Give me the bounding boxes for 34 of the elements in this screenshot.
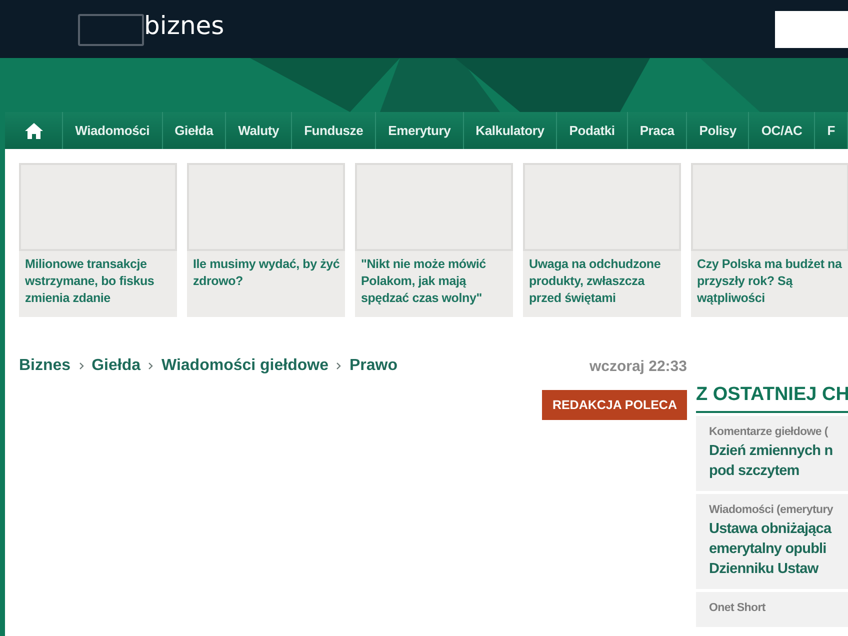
category-label: Wiadomości (emerytury	[709, 504, 834, 516]
article-title[interactable]: Ile musimy wydać, by żyć zdrowo?	[187, 251, 345, 290]
section-label: REDAKCJA POLECA	[542, 390, 687, 420]
logo-frame	[78, 14, 144, 46]
section-heading: Z OSTATNIEJ CH	[696, 384, 848, 413]
breadcrumb-link[interactable]: Biznes	[19, 357, 71, 375]
breadcrumb-link[interactable]: Giełda	[92, 357, 140, 375]
news-item[interactable]: Onet Short	[696, 592, 848, 627]
article-title[interactable]: Uwaga na odchudzone produkty, zwłaszcza przed świętami	[523, 251, 681, 307]
article-title[interactable]: Milionowe transakcje wstrzymane, bo fiskus zmienia zdanie	[19, 251, 177, 307]
breadcrumb-link[interactable]: Prawo	[349, 357, 398, 375]
chevron-icon	[78, 362, 84, 370]
search-field[interactable]	[775, 10, 848, 48]
headline-line[interactable]: Ustawa obniżająca	[709, 519, 848, 539]
news-item[interactable]: Wiadomości (emerytury Ustawa obniżająca emerytalny opubli Dzienniku Ustaw	[696, 494, 848, 589]
article-card[interactable]: Uwaga na odchudzone produkty, zwłaszcza przed świętami	[523, 163, 681, 317]
article-title[interactable]: "Nikt nie może mówić Polakom, jak mają spędzać czas wolny"	[355, 251, 513, 307]
article-card[interactable]: Ile musimy wydać, by żyć zdrowo?	[187, 163, 345, 317]
category-label: Komentarze giełdowe (	[709, 426, 829, 438]
headline-line[interactable]: Dzienniku Ustaw	[709, 559, 848, 579]
logo-text[interactable]: biznes	[144, 12, 224, 40]
headline-line[interactable]: pod szczytem	[709, 461, 848, 481]
article-title[interactable]: Czy Polska ma budżet na przyszły rok? Są wątpliwości	[691, 251, 848, 307]
timestamp: wczoraj 22:33	[589, 358, 687, 374]
headline-line[interactable]: Dzień zmiennych n	[709, 441, 848, 461]
chevron-icon	[148, 362, 154, 370]
article-card[interactable]: Milionowe transakcje wstrzymane, bo fiskus zmienia zdanie	[19, 163, 177, 317]
headline-line[interactable]: emerytalny opubli	[709, 539, 848, 559]
breadcrumb-link[interactable]: Wiadomości giełdowe	[161, 357, 328, 375]
article-card[interactable]: "Nikt nie może mówić Polakom, jak mają spędzać czas wolny"	[355, 163, 513, 317]
category-label: Onet Short	[709, 602, 766, 614]
article-card[interactable]: Czy Polska ma budżet na przyszły rok? Są wątpliwości	[691, 163, 848, 317]
news-item[interactable]: Komentarze giełdowe ( Dzień zmiennych n pod szczytem	[696, 416, 848, 491]
chevron-icon	[336, 362, 342, 370]
